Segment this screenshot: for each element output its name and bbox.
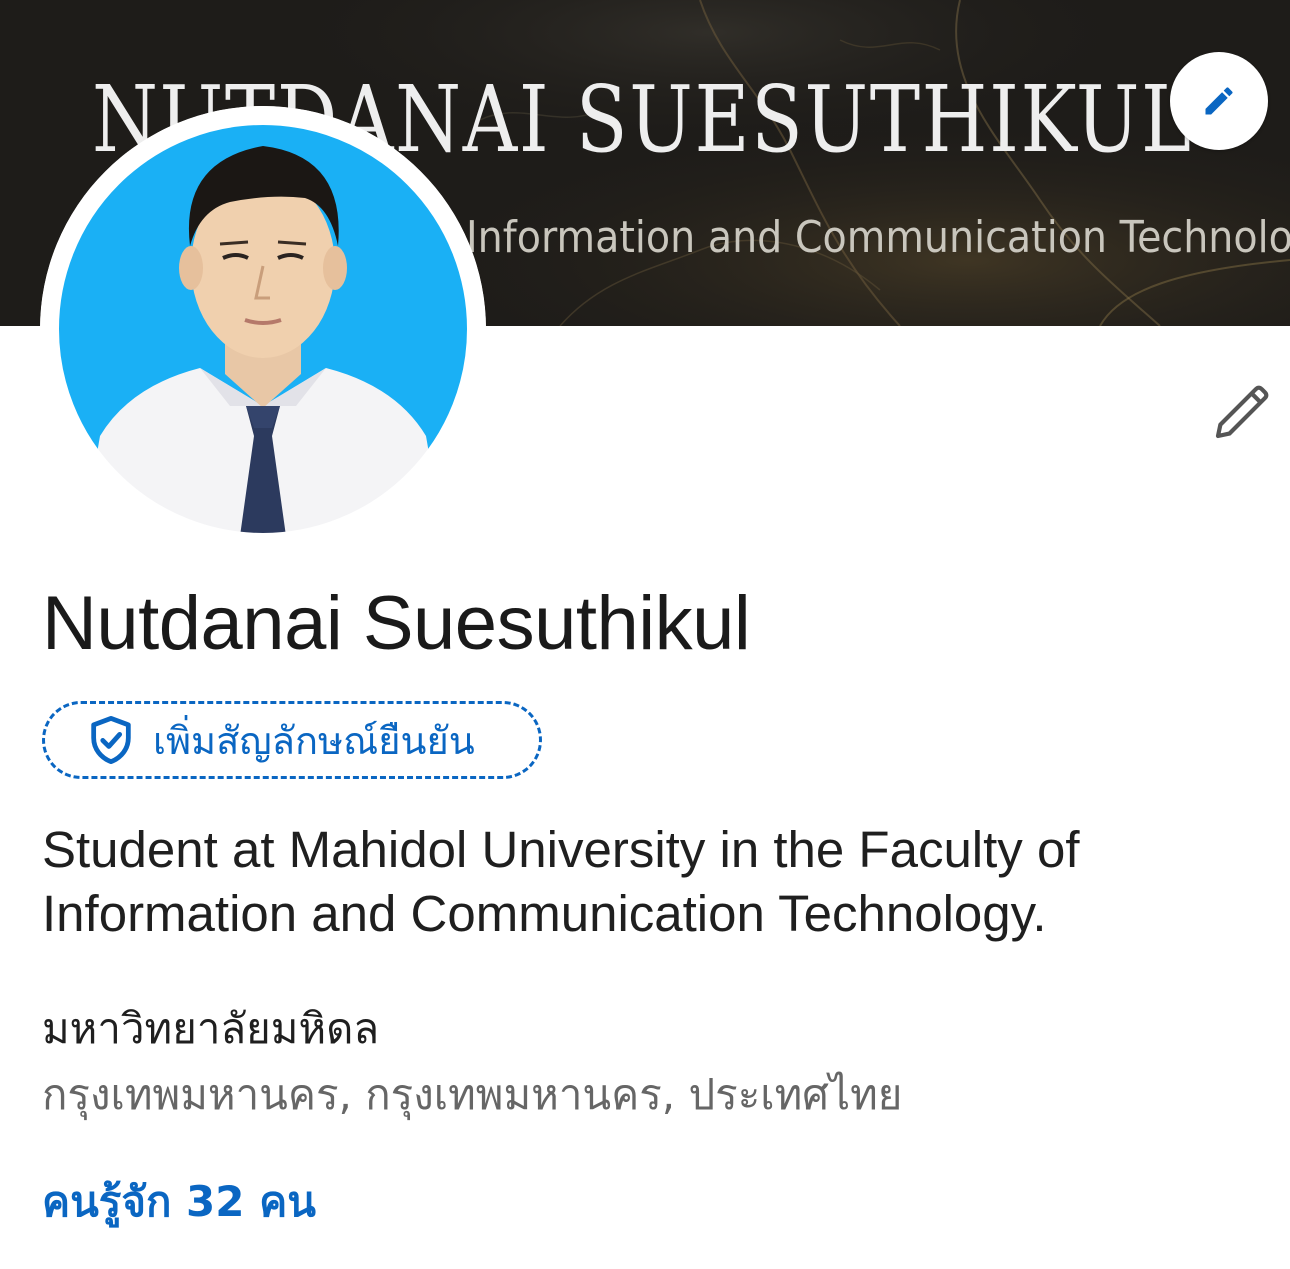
profile-headline: Student at Mahidol University in the Fac…	[42, 821, 1080, 942]
cover-subtitle: Information and Communication Technology	[466, 212, 1290, 263]
verification-label: เพิ่มสัญลักษณ์ยืนยัน	[153, 718, 475, 763]
avatar[interactable]	[40, 106, 486, 552]
pencil-icon	[1205, 87, 1233, 115]
location-text: กรุงเทพมหานคร, กรุงเทพมหานคร, ประเทศไทย	[42, 1070, 903, 1119]
profile-photo	[40, 106, 486, 552]
edit-intro-button[interactable]	[1200, 370, 1284, 454]
connections-link[interactable]: คนรู้จัก 32 คน	[42, 1172, 316, 1232]
profile-name: Nutdanai Suesuthikul	[42, 581, 751, 666]
education-link[interactable]: มหาวิทยาลัยมหิดล	[42, 1000, 379, 1058]
add-verification-button[interactable]: เพิ่มสัญลักษณ์ยืนยัน	[42, 701, 542, 779]
edit-cover-button[interactable]	[1170, 52, 1268, 150]
shield-check-icon	[85, 714, 137, 766]
profile-page: NUTDANAI SUESUTHIKUL Information and Com…	[0, 0, 1290, 1269]
pencil-outline-icon	[1215, 385, 1269, 439]
